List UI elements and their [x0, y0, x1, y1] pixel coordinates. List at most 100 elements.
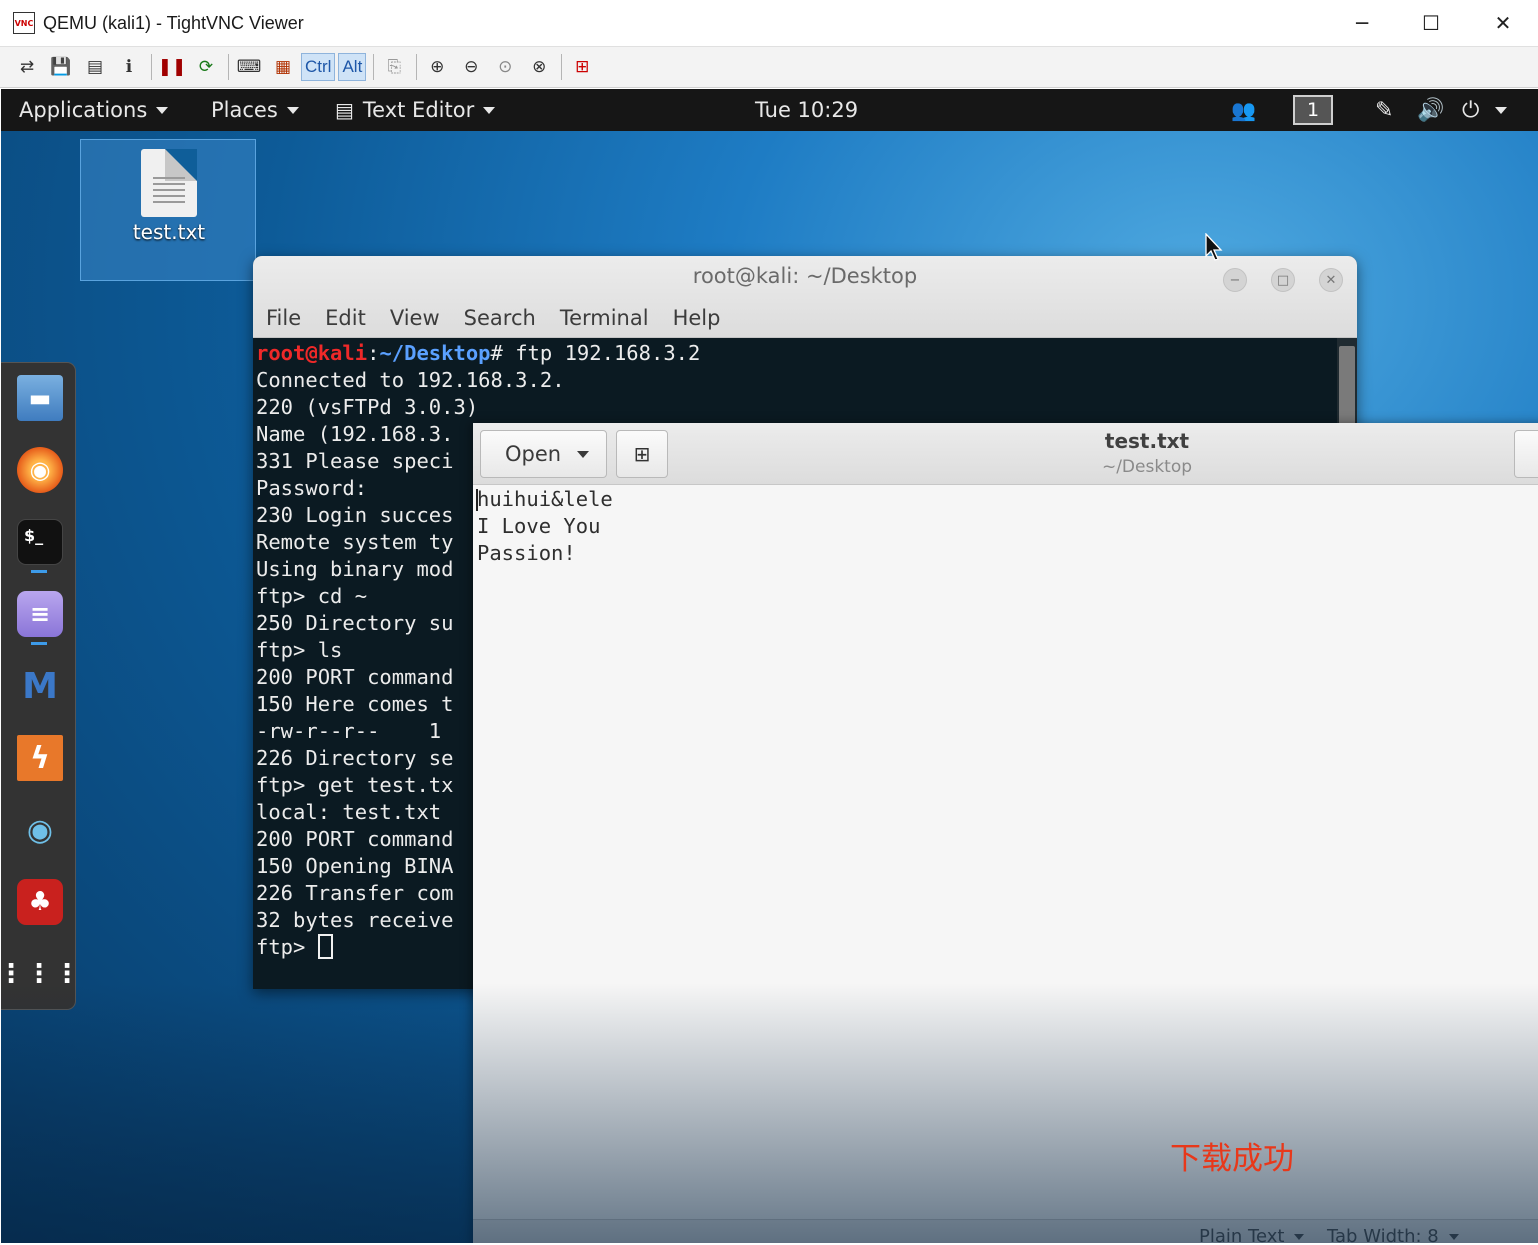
- workspace-indicator[interactable]: 1: [1293, 89, 1333, 131]
- ctrl-alt-del-icon[interactable]: ⌨: [233, 52, 265, 82]
- terminal-menu-search[interactable]: Search: [464, 306, 536, 330]
- ctrl-toggle-button[interactable]: Ctrl: [301, 53, 336, 81]
- toolbar-separator: [373, 54, 375, 80]
- terminal-minimize-button[interactable]: −: [1223, 268, 1247, 292]
- text-editor-icon[interactable]: ≡: [17, 591, 63, 637]
- toolbar-separator: [151, 54, 152, 80]
- ftp-prompt: ftp>: [256, 935, 318, 959]
- chevron-down-icon: [286, 106, 299, 114]
- tab-width-selector[interactable]: Tab Width: 8: [1327, 1226, 1459, 1243]
- chevron-down-icon: [1448, 1233, 1459, 1240]
- maximize-button[interactable]: ☐: [1397, 0, 1465, 46]
- clock[interactable]: Tue 10:29: [755, 89, 858, 131]
- terminal-line: 220 (vsFTPd 3.0.3): [256, 395, 479, 419]
- terminal-scrollbar-thumb[interactable]: [1339, 346, 1355, 426]
- files-icon[interactable]: ▬: [17, 375, 63, 421]
- chevron-down-icon: [483, 106, 496, 114]
- editor-text-area[interactable]: huihui&lele I Love You Passion!: [477, 485, 1537, 567]
- text-editor-window[interactable]: test.txt ~/Desktop Open ⊞ huihui&lele I L…: [473, 423, 1538, 1243]
- annotation-text: 下载成功: [1170, 1141, 1294, 1177]
- terminal-titlebar[interactable]: root@kali: ~/Desktop − □ ✕ File Edit Vie…: [253, 256, 1357, 338]
- alt-toggle-button[interactable]: Alt: [338, 53, 367, 81]
- syntax-label: Plain Text: [1199, 1226, 1285, 1243]
- terminal-menu-terminal[interactable]: Terminal: [560, 306, 649, 330]
- ctrl-esc-icon[interactable]: ▦: [267, 52, 299, 82]
- terminal-cursor: [317, 934, 333, 959]
- applications-menu-label: Applications: [19, 98, 148, 122]
- command-text: # ftp 192.168.3.2: [490, 341, 701, 365]
- syntax-selector[interactable]: Plain Text: [1199, 1226, 1305, 1243]
- running-indicator: [31, 642, 47, 645]
- workspace-number: 1: [1293, 95, 1333, 125]
- clock-label: Tue 10:29: [755, 98, 859, 122]
- options-icon[interactable]: ▤: [79, 52, 111, 82]
- terminal-maximize-button[interactable]: □: [1271, 268, 1295, 292]
- terminal-line: root@kali:~/Desktop# ftp 192.168.3.2: [256, 340, 1336, 367]
- remote-desktop: Applications Places ▤ Text Editor Tue 10:…: [1, 89, 1538, 1243]
- power-icon: ⏻: [1462, 97, 1480, 123]
- terminal-menu-edit[interactable]: Edit: [325, 306, 366, 330]
- text-editor-app-label: Text Editor: [362, 98, 475, 122]
- open-button-label: Open: [505, 442, 562, 466]
- maltego-icon[interactable]: ◉: [17, 807, 63, 853]
- places-menu[interactable]: Places: [211, 89, 299, 131]
- system-menu[interactable]: ⏻: [1462, 89, 1508, 131]
- minimize-button[interactable]: ─: [1328, 0, 1396, 46]
- close-button[interactable]: ✕: [1469, 0, 1537, 46]
- cherrytree-icon[interactable]: ♣: [17, 879, 63, 925]
- prompt-separator: :: [367, 341, 380, 365]
- tightvnc-logo-icon: VNC: [13, 12, 35, 34]
- dash-dock: ▬ ◉ $_ ≡ M ϟ ◉ ♣ ⋮⋮⋮: [1, 362, 80, 1010]
- toolbar-separator: [561, 54, 563, 80]
- new-document-button[interactable]: ⊞: [616, 430, 668, 478]
- save-icon[interactable]: 💾: [45, 52, 77, 82]
- pause-icon[interactable]: ❚❚: [156, 52, 188, 82]
- desktop-file-icon[interactable]: test.txt: [80, 139, 256, 281]
- chevron-down-icon: [156, 106, 169, 114]
- terminal-menubar: File Edit View Search Terminal Help: [266, 306, 744, 330]
- show-applications-icon[interactable]: ⋮⋮⋮: [1, 951, 80, 997]
- applications-menu[interactable]: Applications: [19, 89, 169, 131]
- terminal-icon[interactable]: $_: [17, 519, 63, 565]
- prompt-user: root@kali: [256, 341, 368, 365]
- connection-info-icon[interactable]: ℹ: [113, 52, 145, 82]
- fullscreen-icon[interactable]: ⊞: [566, 52, 598, 82]
- chevron-down-icon: [1495, 106, 1508, 114]
- chevron-down-icon: [577, 450, 590, 458]
- terminal-menu-file[interactable]: File: [266, 306, 301, 330]
- editor-menu-button[interactable]: [1514, 430, 1538, 478]
- terminal-menu-help[interactable]: Help: [673, 306, 721, 330]
- vnc-toolbar: ⇄ 💾 ▤ ℹ ❚❚ ⟳ ⌨ ▦ Ctrl Alt ⎘ ⊕ ⊖ ⊙ ⊗ ⊞: [0, 46, 1538, 88]
- new-document-icon: ⊞: [633, 442, 651, 466]
- zoom-in-icon[interactable]: ⊕: [421, 52, 453, 82]
- pen-icon[interactable]: ✎: [1375, 89, 1393, 131]
- metasploit-icon[interactable]: M: [17, 663, 63, 709]
- volume-icon[interactable]: 🔊: [1417, 89, 1444, 131]
- zoom-out-icon[interactable]: ⊖: [455, 52, 487, 82]
- new-connection-icon[interactable]: ⇄: [11, 52, 43, 82]
- tab-width-label: Tab Width: 8: [1327, 1226, 1439, 1243]
- transfer-files-icon[interactable]: ⎘: [378, 52, 410, 82]
- running-indicator: [31, 570, 47, 573]
- people-icon[interactable]: 👥: [1231, 89, 1256, 131]
- zoom-100-icon[interactable]: ⊙: [489, 52, 521, 82]
- editor-line: I Love You: [477, 514, 601, 538]
- terminal-menu-view[interactable]: View: [390, 306, 440, 330]
- text-editor-app-menu[interactable]: ▤ Text Editor: [335, 89, 496, 131]
- prompt-path: ~/Desktop: [379, 341, 491, 365]
- toolbar-separator: [416, 54, 418, 80]
- terminal-close-button[interactable]: ✕: [1319, 268, 1343, 292]
- editor-headerbar[interactable]: test.txt ~/Desktop Open ⊞: [473, 423, 1538, 485]
- zoom-auto-icon[interactable]: ⊗: [523, 52, 555, 82]
- firefox-icon[interactable]: ◉: [17, 447, 63, 493]
- burpsuite-icon[interactable]: ϟ: [17, 735, 63, 781]
- editor-line: Passion!: [477, 541, 576, 565]
- refresh-icon[interactable]: ⟳: [190, 52, 222, 82]
- open-button[interactable]: Open: [480, 430, 607, 478]
- toolbar-separator: [228, 54, 229, 80]
- terminal-line: Connected to 192.168.3.2.: [256, 368, 565, 392]
- text-file-icon: [141, 149, 197, 217]
- desktop-file-label: test.txt: [132, 220, 206, 244]
- editor-line: huihui&lele: [477, 487, 613, 511]
- host-window-titlebar: VNC QEMU (kali1) - TightVNC Viewer ─ ☐ ✕: [0, 0, 1538, 46]
